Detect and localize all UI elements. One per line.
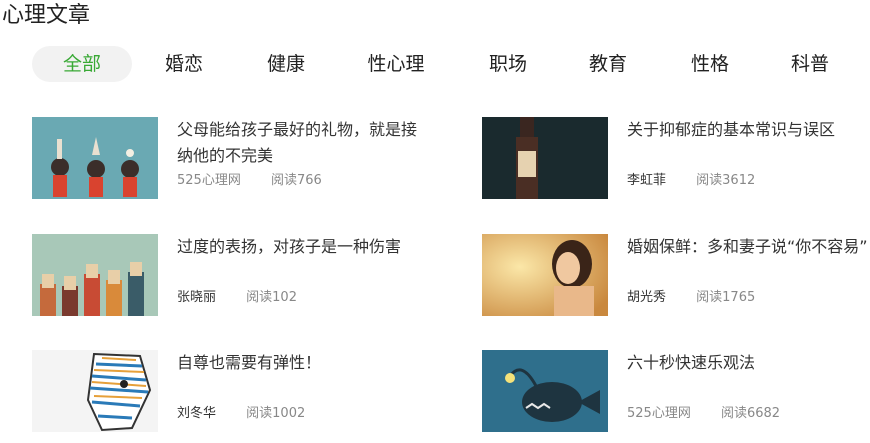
article-read-count: 阅读102 <box>246 290 297 305</box>
category-tabs: 全部 婚恋 健康 性心理 职场 教育 性格 科普 <box>32 46 852 84</box>
article-title[interactable]: 六十秒快速乐观法 <box>627 350 870 376</box>
article-card[interactable]: 婚姻保鲜：多和妻子说“你不容易” 胡光秀 阅读1765 <box>482 234 870 318</box>
article-card[interactable]: 六十秒快速乐观法 525心理网 阅读6682 <box>482 350 870 434</box>
article-card[interactable]: 自尊也需要有弹性！ 刘冬华 阅读1002 <box>32 350 422 434</box>
article-thumbnail[interactable] <box>482 350 608 432</box>
article-meta: 李虹菲 阅读3612 <box>627 169 755 188</box>
tab-personality[interactable]: 性格 <box>668 46 752 82</box>
article-thumbnail[interactable] <box>32 234 158 316</box>
article-card[interactable]: 关于抑郁症的基本常识与误区 李虹菲 阅读3612 <box>482 117 870 201</box>
article-meta: 刘冬华 阅读1002 <box>177 402 305 421</box>
article-meta: 525心理网 阅读6682 <box>627 402 780 421</box>
article-thumbnail[interactable] <box>482 234 608 316</box>
article-author: 胡光秀 <box>627 290 667 305</box>
article-read-count: 阅读1002 <box>246 406 306 421</box>
article-title[interactable]: 过度的表扬，对孩子是一种伤害 <box>177 234 422 260</box>
article-card[interactable]: 过度的表扬，对孩子是一种伤害 张晓丽 阅读102 <box>32 234 422 318</box>
page-title: 心理文章 <box>2 3 91 28</box>
article-meta: 胡光秀 阅读1765 <box>627 286 755 305</box>
tab-health[interactable]: 健康 <box>244 46 328 82</box>
article-author: 525心理网 <box>627 406 691 421</box>
article-read-count: 阅读6682 <box>720 406 781 421</box>
tab-sexual-psychology[interactable]: 性心理 <box>354 46 438 82</box>
tab-workplace[interactable]: 职场 <box>466 46 550 82</box>
tab-all[interactable]: 全部 <box>32 46 132 82</box>
article-read-count: 阅读3612 <box>696 173 756 188</box>
article-title[interactable]: 自尊也需要有弹性！ <box>177 350 422 376</box>
article-card[interactable]: 父母能给孩子最好的礼物，就是接纳他的不完美 525心理网 阅读766 <box>32 117 422 201</box>
article-title[interactable]: 关于抑郁症的基本常识与误区 <box>627 117 870 143</box>
article-read-count: 阅读1765 <box>696 290 756 305</box>
article-title[interactable]: 父母能给孩子最好的礼物，就是接纳他的不完美 <box>177 117 422 169</box>
article-read-count: 阅读766 <box>270 173 322 188</box>
article-author: 刘冬华 <box>177 406 217 421</box>
article-meta: 525心理网 阅读766 <box>177 169 322 188</box>
tab-romance[interactable]: 婚恋 <box>142 46 226 82</box>
tab-science[interactable]: 科普 <box>768 46 852 82</box>
article-author: 李虹菲 <box>627 173 667 188</box>
article-thumbnail[interactable] <box>32 117 158 199</box>
article-thumbnail[interactable] <box>482 117 608 199</box>
article-title[interactable]: 婚姻保鲜：多和妻子说“你不容易” <box>627 234 870 260</box>
article-thumbnail[interactable] <box>32 350 158 432</box>
article-meta: 张晓丽 阅读102 <box>177 286 297 305</box>
tab-education[interactable]: 教育 <box>566 46 650 82</box>
article-author: 张晓丽 <box>177 290 217 305</box>
article-author: 525心理网 <box>177 173 241 188</box>
